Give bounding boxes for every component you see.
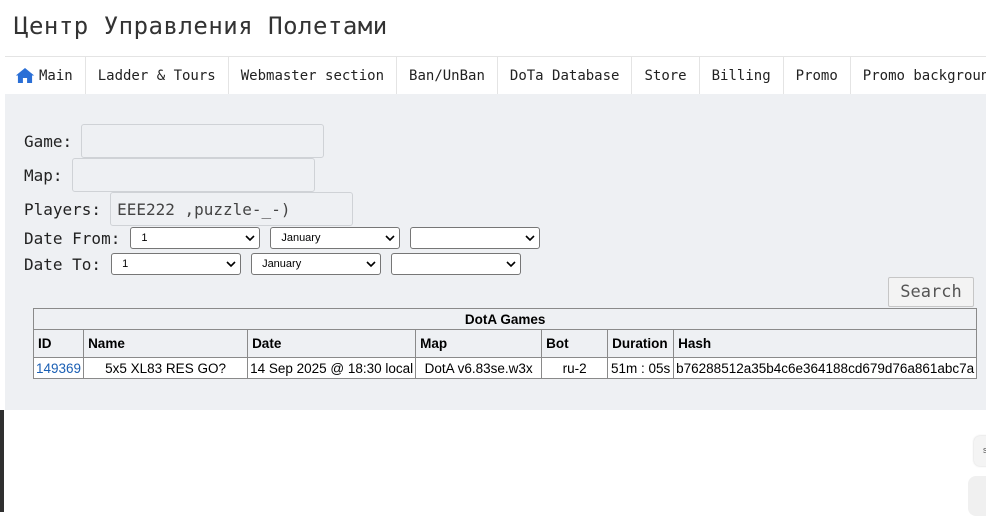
date-to-month-value: January bbox=[262, 258, 302, 270]
column-header-map: Map bbox=[415, 329, 543, 358]
table-header-row: ID Name Date Map Bot Duration Hash bbox=[32, 329, 978, 358]
game-date-cell: 14 Sep 2025 @ 18:30 local bbox=[247, 357, 417, 379]
page-title: Центр Управления Полетами bbox=[14, 12, 388, 40]
date-to-day-select[interactable]: 1 bbox=[111, 253, 242, 275]
game-row: Game: bbox=[24, 124, 325, 158]
nav-item-store[interactable]: Store bbox=[632, 57, 700, 94]
date-from-month-select[interactable]: January bbox=[270, 227, 401, 249]
chevron-down-icon bbox=[366, 261, 376, 268]
nav-item-ladder-tours[interactable]: Ladder & Tours bbox=[86, 57, 229, 94]
date-to-day-value: 1 bbox=[122, 258, 129, 270]
game-id-cell: 149369 bbox=[32, 357, 85, 379]
nav-item-billing[interactable]: Billing bbox=[700, 57, 784, 94]
chevron-down-icon bbox=[226, 261, 236, 268]
players-row: Players: EEE222 ,puzzle-_-) bbox=[24, 192, 354, 226]
game-id-link[interactable]: 149369 bbox=[36, 361, 81, 376]
game-hash-cell: b76288512a35b4c6e364188cd679d76a861abc7a bbox=[673, 357, 978, 379]
game-name-cell: 5x5 XL83 RES GO? bbox=[83, 357, 249, 379]
date-from-label: Date From: bbox=[24, 228, 121, 248]
column-header-hash: Hash bbox=[673, 329, 978, 358]
games-table: DotA Games ID Name Date Map Bot Duration… bbox=[32, 308, 978, 379]
chevron-down-icon bbox=[506, 261, 516, 268]
search-button[interactable]: Search bbox=[888, 277, 974, 307]
column-header-date: Date bbox=[247, 329, 417, 358]
date-from-day-value: 1 bbox=[141, 232, 148, 244]
game-duration-cell: 51m : 05s bbox=[607, 357, 675, 379]
date-from-day-select[interactable]: 1 bbox=[130, 227, 261, 249]
date-to-label: Date To: bbox=[24, 254, 102, 274]
main-nav: Main Ladder & Tours Webmaster section Ba… bbox=[5, 56, 986, 95]
game-label: Game: bbox=[24, 131, 73, 151]
date-from-month-value: January bbox=[281, 232, 321, 244]
nav-item-promo[interactable]: Promo bbox=[784, 57, 851, 94]
chevron-down-icon bbox=[245, 235, 255, 242]
date-from-year-select[interactable] bbox=[410, 227, 541, 249]
home-icon bbox=[15, 68, 35, 83]
side-widget-tab[interactable] bbox=[968, 476, 986, 516]
table-caption: DotA Games bbox=[32, 308, 978, 330]
chevron-down-icon bbox=[385, 235, 395, 242]
map-row: Map: bbox=[24, 158, 315, 192]
chevron-down-icon bbox=[525, 235, 535, 242]
search-panel: Game: Map: Players: EEE222 ,puzzle-_-) D… bbox=[5, 94, 986, 410]
map-label: Map: bbox=[24, 165, 63, 185]
players-label: Players: bbox=[24, 199, 102, 219]
players-input[interactable]: EEE222 ,puzzle-_-) bbox=[110, 192, 354, 226]
window-edge bbox=[0, 410, 4, 512]
column-header-duration: Duration bbox=[607, 329, 675, 358]
nav-item-ban-unban[interactable]: Ban/UnBan bbox=[397, 57, 498, 94]
nav-item-promo-background[interactable]: Promo background bbox=[851, 57, 986, 94]
date-to-year-select[interactable] bbox=[391, 253, 522, 275]
date-from-row: Date From: 1 January bbox=[24, 227, 541, 249]
game-bot-cell: ru-2 bbox=[541, 357, 609, 379]
game-map-cell: DotA v6.83se.w3x bbox=[415, 357, 543, 379]
nav-item-label: Main bbox=[39, 67, 73, 84]
nav-item-dota-database[interactable]: DoTa Database bbox=[498, 57, 633, 94]
column-header-id: ID bbox=[32, 329, 85, 358]
nav-item-webmaster[interactable]: Webmaster section bbox=[229, 57, 398, 94]
game-input[interactable] bbox=[81, 124, 325, 158]
column-header-bot: Bot bbox=[541, 329, 609, 358]
map-input[interactable] bbox=[71, 158, 315, 192]
date-to-row: Date To: 1 January bbox=[24, 253, 522, 275]
side-widget-button[interactable]: s bbox=[974, 436, 986, 466]
column-header-name: Name bbox=[83, 329, 249, 358]
date-to-month-select[interactable]: January bbox=[251, 253, 382, 275]
nav-item-main[interactable]: Main bbox=[5, 57, 86, 94]
table-row: 149369 5x5 XL83 RES GO? 14 Sep 2025 @ 18… bbox=[32, 357, 978, 379]
